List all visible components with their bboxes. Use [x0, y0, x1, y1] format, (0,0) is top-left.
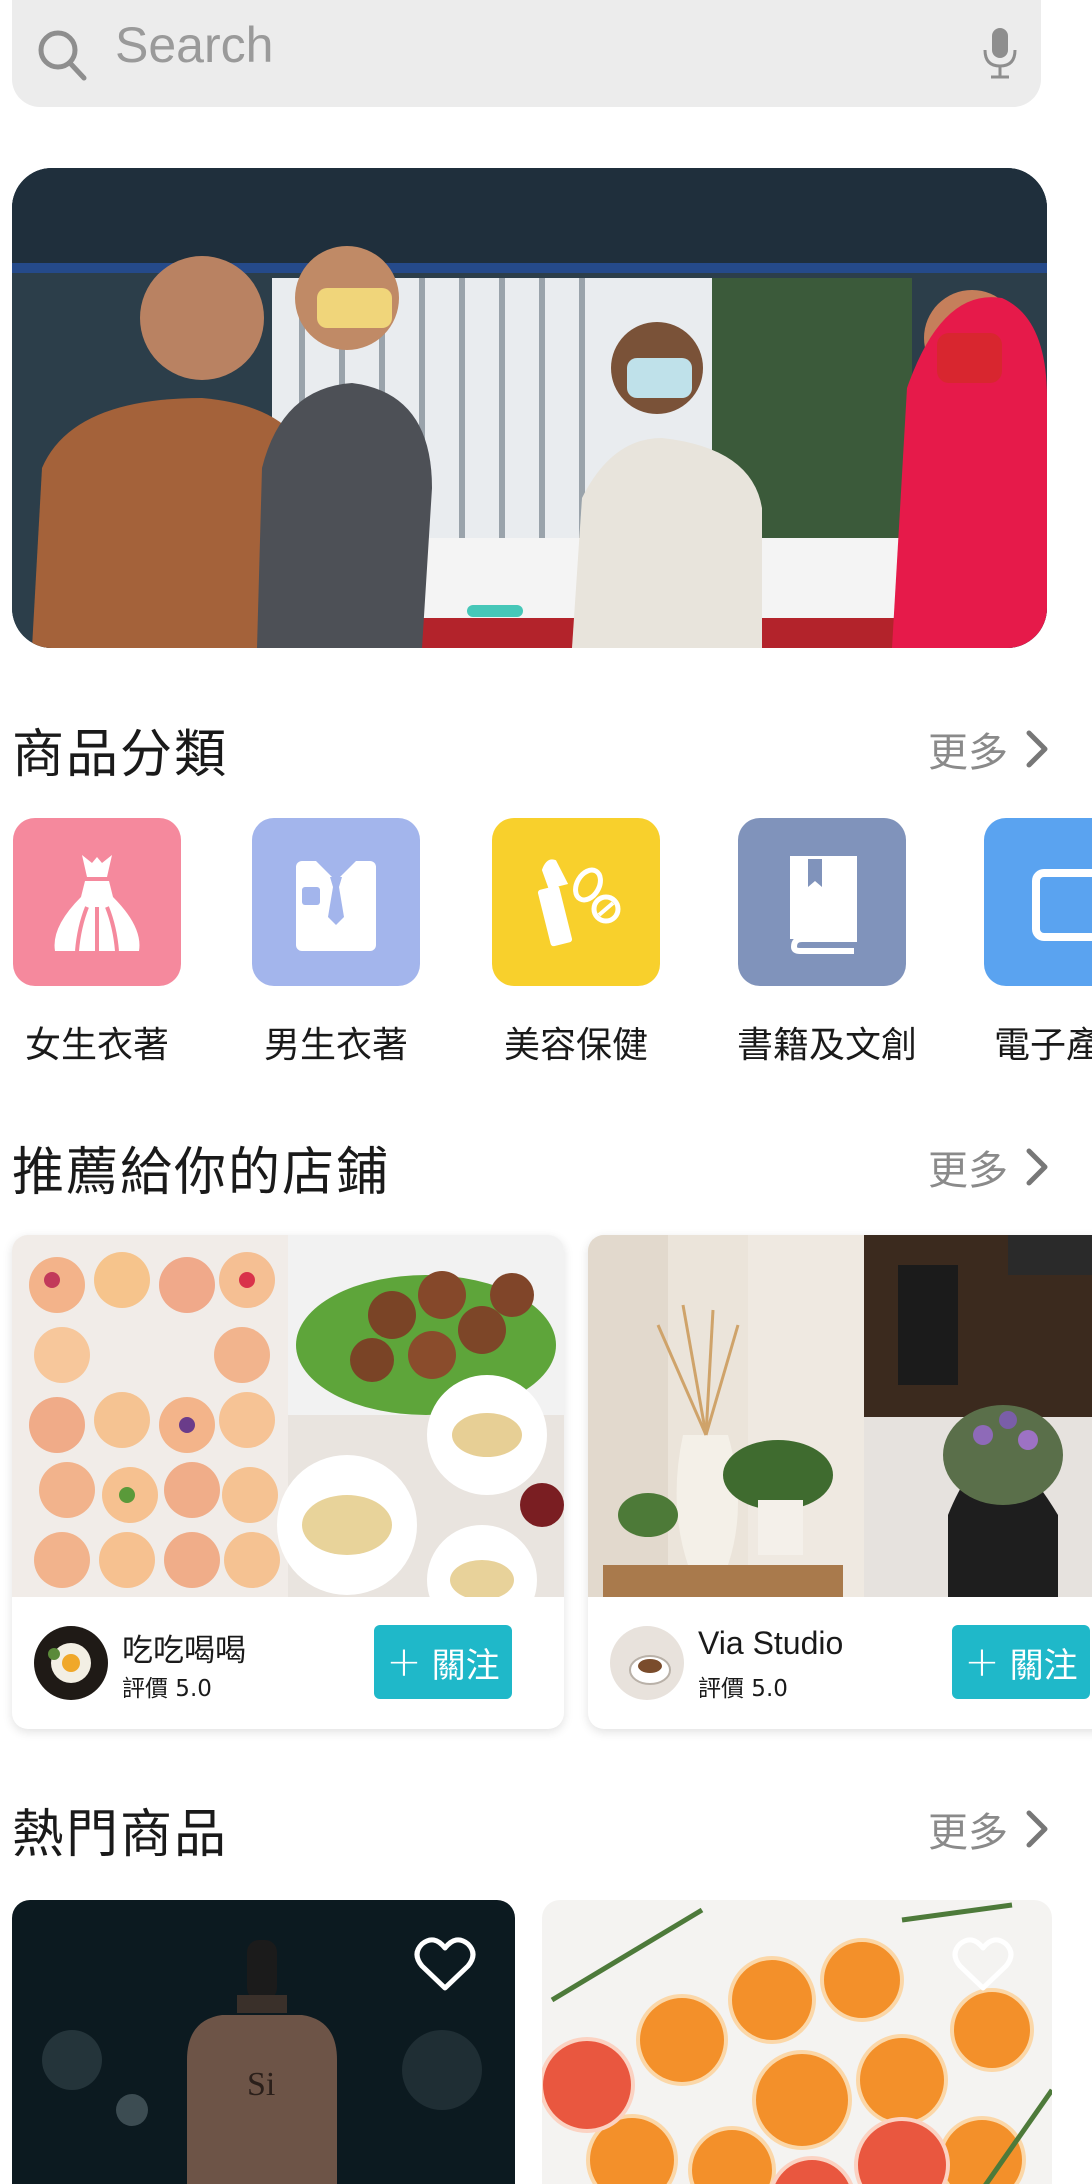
carousel-indicator[interactable] — [467, 605, 523, 617]
heart-icon[interactable] — [414, 1936, 476, 1994]
more-label: 更多 — [928, 1148, 1008, 1194]
dress-icon — [54, 855, 140, 952]
category-tile — [984, 818, 1092, 986]
shop-card[interactable]: 吃吃喝喝 評價 5.0 + 關注 — [12, 1235, 564, 1729]
shop-card[interactable]: Via Studio 評價 5.0 + 關注 — [588, 1235, 1092, 1729]
category-label: 美容保健 — [503, 1025, 648, 1066]
promo-banner[interactable] — [12, 168, 1047, 648]
category-beauty-health[interactable]: 美容保健 — [491, 818, 661, 1068]
category-mens-clothing[interactable]: 男生衣著 — [251, 818, 421, 1068]
chevron-right-icon — [1026, 1810, 1048, 1848]
search-bar[interactable]: Search — [12, 0, 1041, 107]
shop-photo-collage — [588, 1235, 1092, 1597]
category-electronics[interactable]: 電子產 — [984, 818, 1092, 1068]
hot-products-more-link[interactable]: 更多 — [928, 1800, 1050, 1858]
follow-label: 關注 — [431, 1645, 500, 1686]
tablet-icon — [1032, 869, 1092, 941]
category-label: 女生衣著 — [24, 1025, 169, 1066]
search-placeholder[interactable]: Search — [115, 16, 273, 74]
shop-photo-collage — [12, 1235, 564, 1597]
microphone-icon[interactable] — [981, 26, 1019, 82]
banner-photo — [12, 168, 1047, 648]
plus-icon: + — [386, 1637, 422, 1686]
product-card[interactable]: Si — [12, 1900, 515, 2184]
follow-label: 關注 — [1009, 1645, 1078, 1686]
shop-name[interactable]: Via Studio — [698, 1625, 843, 1662]
shop-rating: 評價 5.0 — [122, 1676, 212, 1702]
categories-more-link[interactable]: 更多 — [928, 720, 1050, 778]
shops-more-link[interactable]: 更多 — [928, 1138, 1050, 1196]
hot-products-title: 熱門商品 — [12, 1805, 229, 1865]
category-tile — [738, 818, 906, 986]
plus-icon: + — [964, 1637, 1000, 1686]
shops-title: 推薦給你的店鋪 — [12, 1143, 391, 1203]
category-books[interactable]: 書籍及文創 — [737, 818, 918, 1068]
category-tile — [252, 818, 420, 986]
category-womens-clothing[interactable]: 女生衣著 — [12, 818, 182, 1068]
svg-text:Si: Si — [247, 2066, 275, 2103]
avatar[interactable] — [34, 1626, 108, 1700]
category-tile — [13, 818, 181, 986]
follow-button[interactable]: + 關注 — [952, 1625, 1090, 1699]
app-screen: Search 商品分類 更多 女生衣著 男生衣著 美容保健 書籍及文創 電子產 … — [0, 0, 1092, 2184]
more-label: 更多 — [928, 1810, 1008, 1856]
search-icon — [38, 30, 87, 81]
chevron-right-icon — [1026, 730, 1048, 768]
more-label: 更多 — [928, 730, 1008, 776]
lipstick-pills-icon — [537, 859, 621, 947]
product-card[interactable] — [542, 1900, 1052, 2184]
chevron-right-icon — [1026, 1148, 1048, 1186]
shop-name[interactable]: 吃吃喝喝 — [122, 1625, 246, 1670]
category-label: 書籍及文創 — [737, 1025, 918, 1066]
book-icon — [790, 856, 857, 954]
category-label: 電子產 — [994, 1025, 1092, 1066]
shop-rating: 評價 5.0 — [698, 1676, 788, 1702]
avatar-image — [610, 1626, 684, 1700]
follow-button[interactable]: + 關注 — [374, 1625, 512, 1699]
category-tile — [492, 818, 660, 986]
avatar[interactable] — [610, 1626, 684, 1700]
shirt-icon — [296, 861, 376, 951]
categories-title: 商品分類 — [12, 725, 229, 785]
avatar-image — [34, 1626, 108, 1700]
category-label: 男生衣著 — [263, 1025, 408, 1066]
heart-icon[interactable] — [952, 1936, 1014, 1994]
